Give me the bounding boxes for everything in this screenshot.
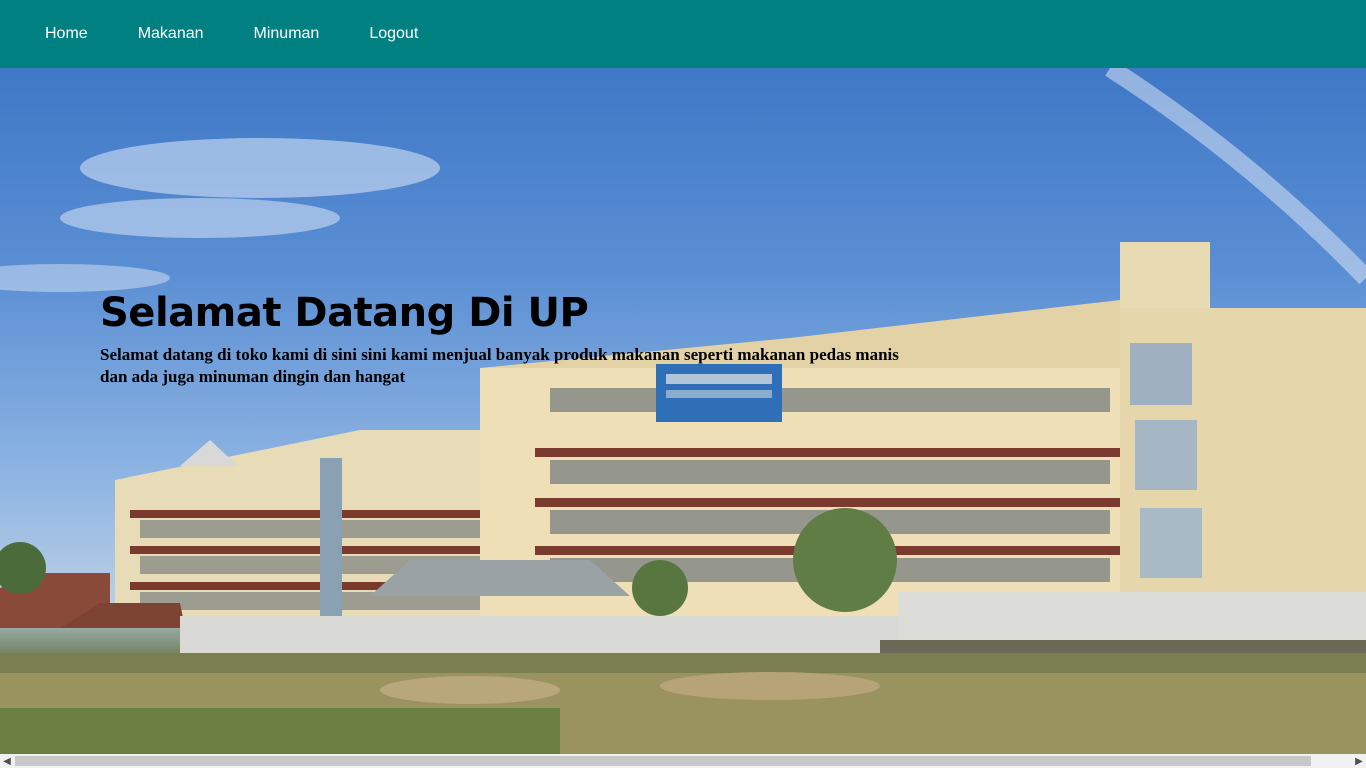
chevron-right-icon[interactable]: ▶ xyxy=(1352,754,1366,768)
nav-home-link[interactable]: Home xyxy=(45,25,88,43)
hero-description: Selamat datang di toko kami di sini sini… xyxy=(100,345,899,386)
chevron-left-icon[interactable]: ◀ xyxy=(0,754,14,768)
hero-section: Selamat Datang Di UP Selamat datang di t… xyxy=(0,68,1366,754)
hero-title: Selamat Datang Di UP xyxy=(100,290,589,336)
horizontal-scrollbar[interactable]: ◀ ▶ xyxy=(0,754,1366,768)
nav-makanan-link[interactable]: Makanan xyxy=(138,25,204,43)
top-navbar: Home Makanan Minuman Logout xyxy=(0,0,1366,68)
nav-minuman-link[interactable]: Minuman xyxy=(254,25,320,43)
nav-logout-link[interactable]: Logout xyxy=(369,25,418,43)
scrollbar-thumb[interactable] xyxy=(15,756,1311,766)
school-building-photo xyxy=(0,68,1366,754)
